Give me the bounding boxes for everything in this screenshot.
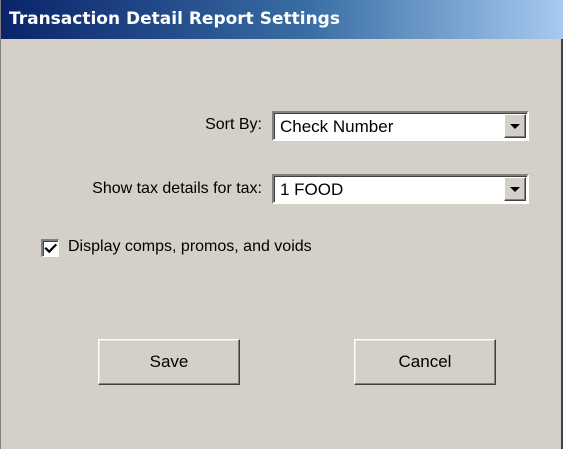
sort-by-value: Check Number [280, 117, 394, 136]
tax-details-select[interactable]: 1 FOOD [272, 174, 529, 204]
display-comps-checkbox[interactable] [41, 239, 59, 257]
sort-by-dropdown-button[interactable] [504, 114, 526, 138]
chevron-down-icon [510, 187, 520, 192]
sort-by-label: Sort By: [205, 116, 262, 133]
display-comps-label[interactable]: Display comps, promos, and voids [68, 238, 312, 256]
cancel-button[interactable]: Cancel [354, 339, 496, 385]
tax-details-label: Show tax details for tax: [92, 180, 262, 197]
save-button[interactable]: Save [98, 339, 240, 385]
chevron-down-icon [510, 124, 520, 129]
checkmark-icon [44, 243, 58, 254]
report-settings-dialog: Transaction Detail Report Settings Sort … [0, 0, 563, 449]
sort-by-select[interactable]: Check Number [272, 111, 529, 141]
title-bar[interactable]: Transaction Detail Report Settings [1, 0, 563, 39]
tax-details-value: 1 FOOD [280, 180, 344, 199]
window-title: Transaction Detail Report Settings [9, 9, 340, 29]
tax-details-dropdown-button[interactable] [504, 177, 526, 201]
